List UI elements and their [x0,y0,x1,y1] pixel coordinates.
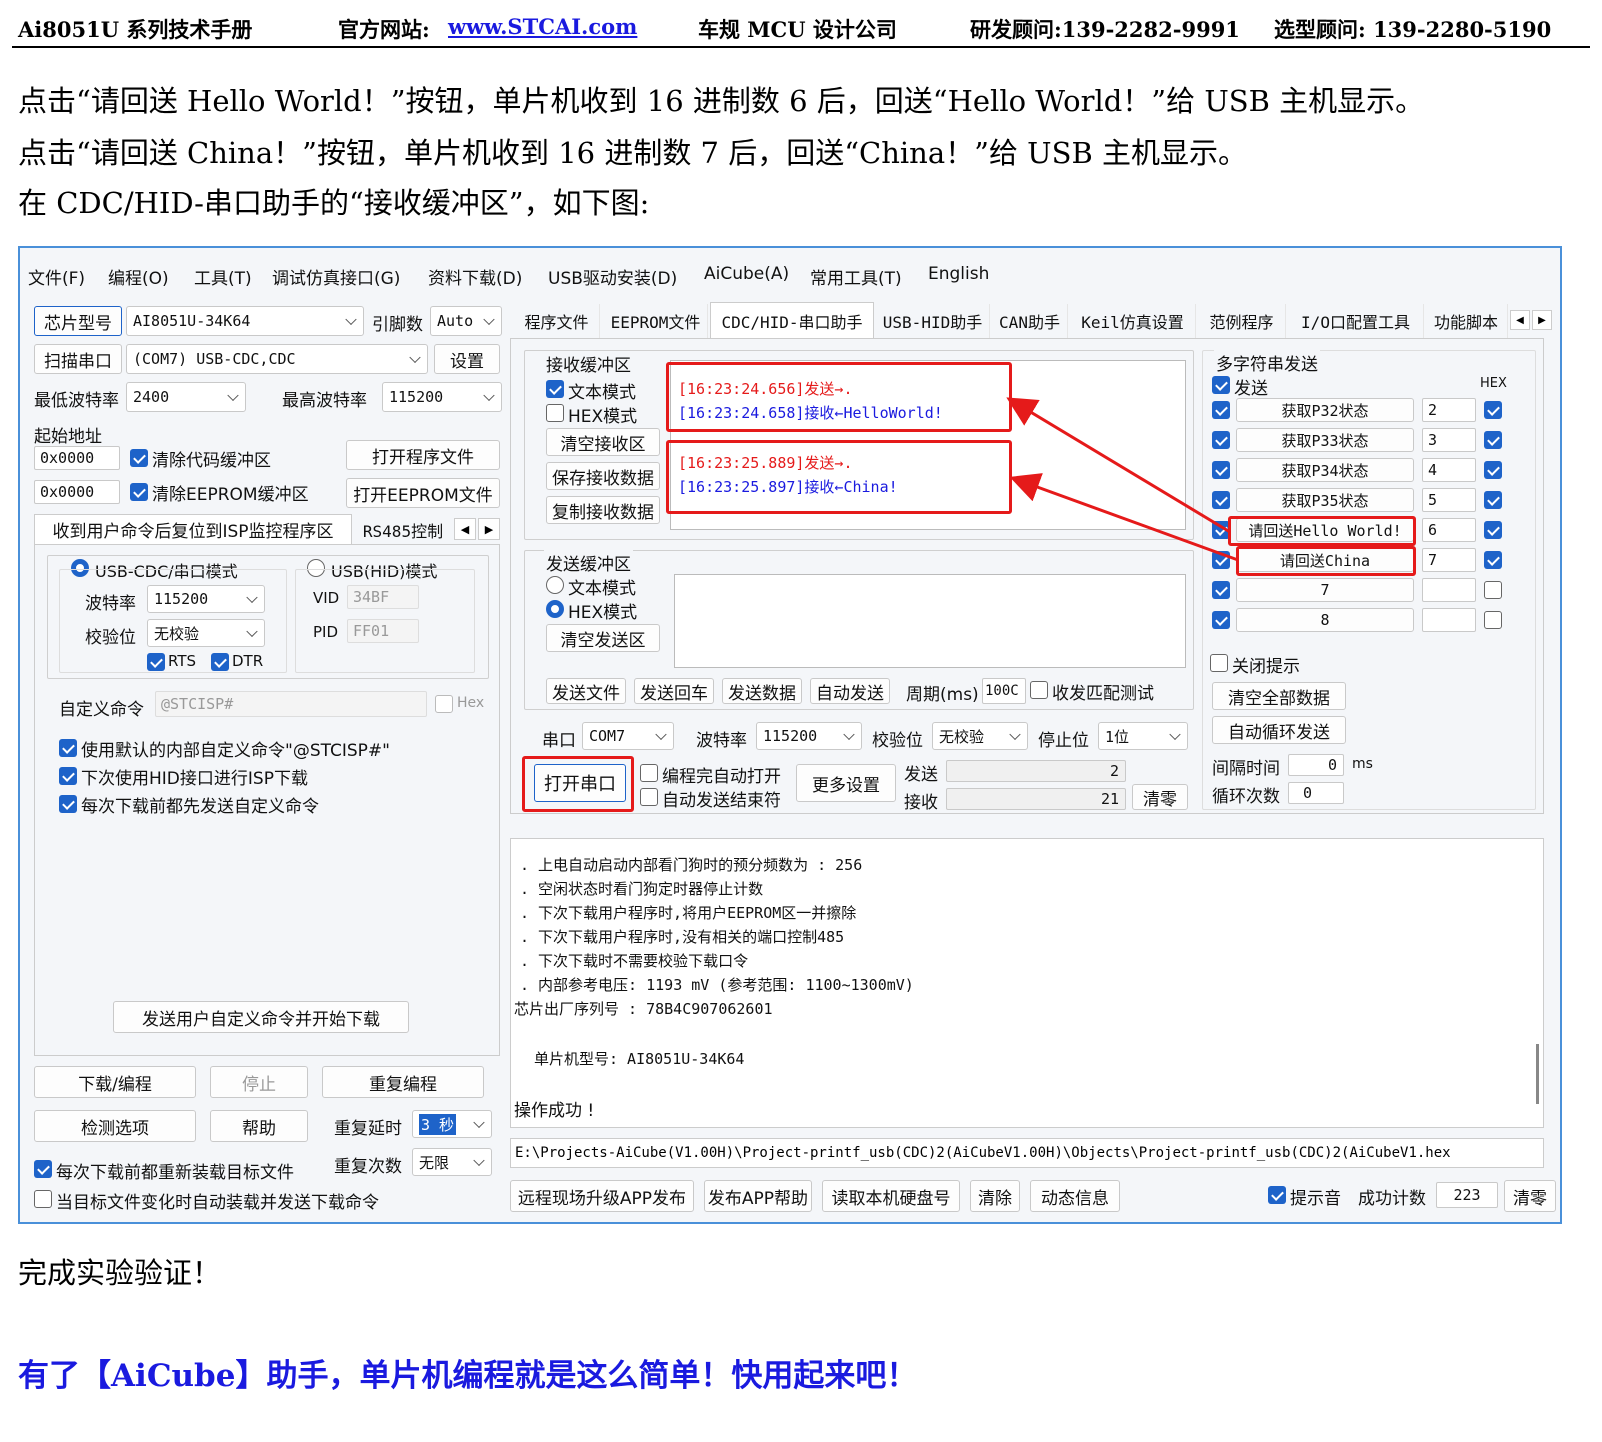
read-disk-button[interactable]: 读取本机硬盘号 [822,1180,960,1212]
site-label: 官方网站: [338,17,430,42]
repeat-count-select[interactable]: 无限 [412,1148,492,1176]
file-path: E:\Projects-AiCube(V1.00H)\Project-print… [510,1138,1544,1168]
repeat-delay-select[interactable]: 3 秒 [412,1110,492,1138]
arrow-china [1009,473,1239,562]
log-scrollbar[interactable] [1536,1044,1539,1104]
repeat-delay-label: 重复延时 [334,1119,402,1139]
annotation-arrows [1006,397,1239,562]
dynamic-info-button[interactable]: 动态信息 [1030,1180,1120,1212]
remote-upgrade-button[interactable]: 远程现场升级APP发布 [510,1180,694,1212]
slogan-text: 有了【AiCube】助手，单片机编程就是这么简单！快用起来吧！ [18,1358,918,1394]
done-text: 完成实验验证！ [18,1256,222,1290]
reload-checkbox[interactable] [34,1160,52,1178]
app-window: 文件(F) 编程(O) 工具(T) 调试仿真接口(G) 资料下载(D) USB驱… [18,246,1562,1224]
manual-title: Ai8051U 系列技术手册 [18,17,253,42]
help-button[interactable]: 帮助 [210,1110,308,1142]
reload-label: 每次下载前都重新装载目标文件 [56,1163,294,1183]
log-line: . 空闲状态时看门狗定时器停止计数 [520,880,764,898]
log-line: . 内部参考电压: 1193 mV (参考范围: 1100~1300mV) [520,976,914,994]
repeat-count-label: 重复次数 [334,1157,402,1177]
doc-header: Ai8051U 系列技术手册 官方网站: www.STCAI.com 车规 MC… [12,10,1590,48]
sound-checkbox[interactable] [1268,1186,1286,1204]
log-line: . 上电自动启动内部看门狗时的预分频数为 : 256 [520,856,863,874]
log-line: 单片机型号: AI8051U-34K64 [534,1050,745,1068]
reset-success-button[interactable]: 清零 [1504,1180,1556,1212]
publish-help-button[interactable]: 发布APP帮助 [704,1180,812,1212]
intro-line-2: 点击“请回送 China！”按钮，单片机收到 16 进制数 7 后，回送“Chi… [18,136,1248,170]
auto-load-checkbox[interactable] [34,1190,52,1208]
repeat-program-button[interactable]: 重复编程 [322,1066,484,1098]
sel-consultant: 选型顾问: 139-2280-5190 [1274,17,1552,42]
log-line: 操作成功 ! [514,1101,595,1121]
intro-line-1: 点击“请回送 Hello World！”按钮，单片机收到 16 进制数 6 后，… [18,84,1425,118]
clear-log-button[interactable]: 清除 [970,1180,1020,1212]
stop-button[interactable]: 停止 [210,1066,308,1098]
success-count-field: 223 [1436,1182,1498,1208]
site-link[interactable]: www.STCAI.com [448,14,637,39]
send-custom-command-button[interactable]: 发送用户自定义命令并开始下载 [113,1001,409,1033]
log-line: . 下次下载用户程序时,没有相关的端口控制485 [520,928,845,946]
log-line: . 下次下载时不需要校验下载口令 [520,952,749,970]
rd-consultant: 研发顾问:139-2282-9991 [970,17,1240,42]
log-line: 芯片出厂序列号 : 78B4C907062601 [514,1000,773,1018]
arrow-hello [1006,397,1231,534]
intro-line-3: 在 CDC/HID-串口助手的“接收缓冲区”，如下图: [18,186,650,220]
company-name: 车规 MCU 设计公司 [698,17,897,42]
log-line: . 下次下载用户程序时,将用户EEPROM区一并擦除 [520,904,857,922]
download-button[interactable]: 下载/编程 [34,1066,196,1098]
success-count-label: 成功计数 [1358,1189,1426,1209]
sound-label: 提示音 [1290,1189,1341,1209]
repeat-delay-value: 3 秒 [419,1113,457,1135]
auto-load-label: 当目标文件变化时自动装载并发送下载命令 [56,1193,379,1213]
check-options-button[interactable]: 检测选项 [34,1110,196,1142]
